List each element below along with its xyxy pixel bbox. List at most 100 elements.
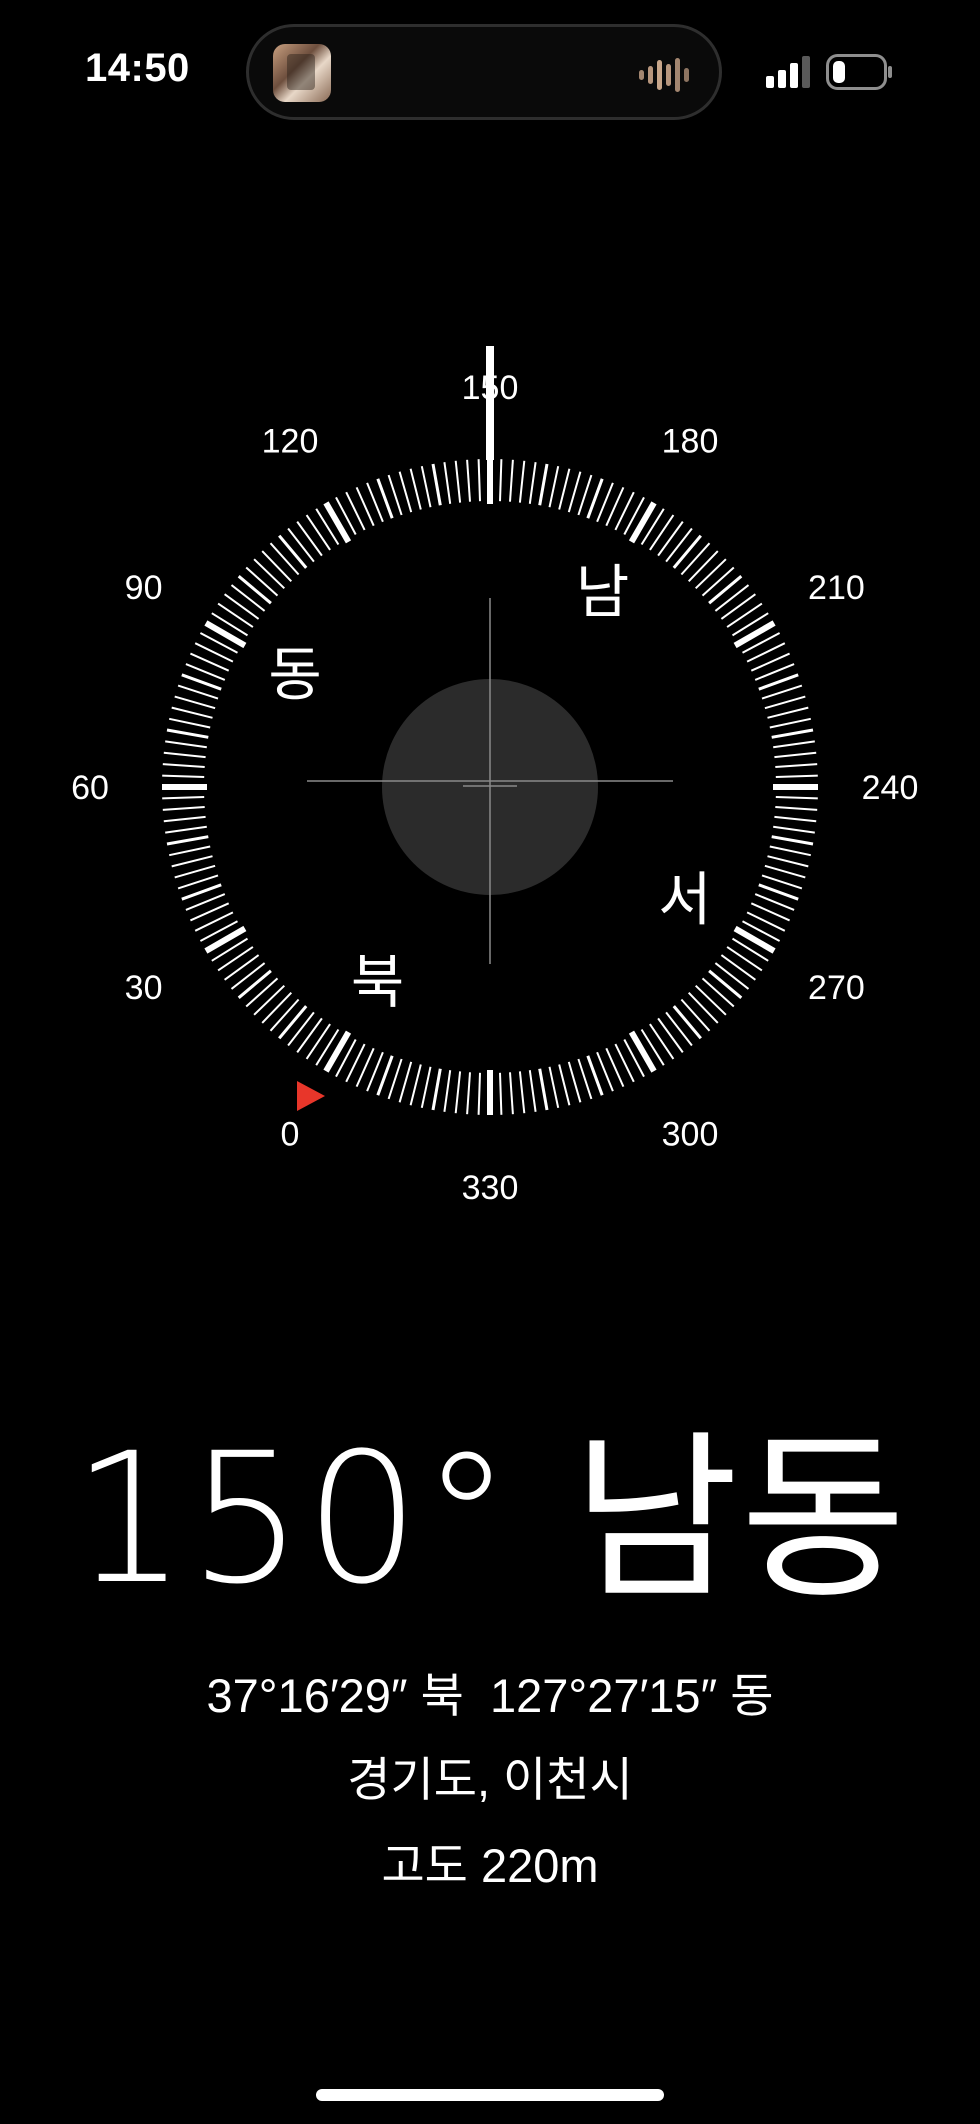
minor-tick (387, 1058, 403, 1100)
altitude: 고도 220m (381, 1839, 599, 1892)
minor-tick (177, 874, 219, 890)
minor-tick (230, 962, 266, 990)
cardinal-label-west: 서 (658, 866, 711, 934)
minor-tick (305, 514, 331, 551)
minor-tick (518, 460, 526, 503)
degree-label: 330 (462, 1169, 519, 1207)
minor-tick (174, 695, 216, 710)
minor-tick (217, 602, 254, 628)
minor-tick (278, 1005, 308, 1040)
minor-tick (649, 1023, 675, 1060)
minor-tick (672, 1005, 702, 1040)
minor-tick (237, 575, 272, 605)
minor-tick (771, 728, 814, 739)
minor-tick (287, 527, 315, 563)
major-tick (733, 620, 776, 649)
heading-readout: 150° 남동 (72, 1415, 908, 1624)
degree-label: 240 (862, 769, 919, 807)
minor-tick (701, 566, 735, 597)
minor-tick (269, 542, 300, 576)
location-name[interactable]: 경기도, 이천시 (0, 1750, 980, 1810)
degree-label: 0 (281, 1115, 300, 1153)
minor-tick (528, 462, 537, 504)
minor-tick (269, 998, 300, 1032)
minor-tick (162, 774, 205, 778)
minor-tick (174, 864, 216, 879)
degree-label: 270 (808, 969, 865, 1007)
major-tick (204, 925, 247, 954)
minor-tick (761, 684, 803, 700)
minor-tick (665, 1011, 693, 1047)
minor-tick (775, 763, 818, 768)
minor-tick (558, 1064, 571, 1106)
minor-tick (253, 558, 285, 590)
minor-tick (726, 946, 763, 972)
minor-tick (387, 474, 403, 516)
minor-tick (230, 584, 266, 612)
degree-label: 150 (462, 369, 519, 407)
home-indicator[interactable] (316, 2089, 664, 2101)
minor-tick (695, 558, 727, 590)
minor-tick (477, 1072, 481, 1115)
minor-tick (253, 984, 285, 1016)
minor-tick (261, 550, 293, 582)
minor-tick (714, 584, 750, 612)
minor-tick (466, 459, 471, 502)
minor-tick (558, 468, 571, 510)
minor-tick (775, 796, 818, 800)
minor-tick (773, 825, 815, 834)
minor-tick (773, 740, 815, 749)
minor-tick (774, 751, 817, 759)
minor-tick (177, 684, 219, 700)
minor-tick (577, 474, 593, 516)
minor-tick (224, 954, 260, 981)
minor-tick (171, 706, 213, 719)
minor-tick (771, 835, 814, 846)
minor-tick (672, 534, 702, 569)
degree-label: 120 (262, 423, 319, 461)
minor-tick (305, 1023, 331, 1060)
degree-label: 210 (808, 569, 865, 607)
compass-dial[interactable]: 0 30 60 90 120 150 180 210 240 270 300 330 북 동 남서 (0, 0, 980, 1260)
minor-tick (774, 815, 817, 823)
minor-tick (162, 806, 205, 811)
degree-label: 300 (662, 1115, 719, 1153)
minor-tick (166, 835, 209, 846)
minor-tick (443, 1070, 452, 1112)
major-tick (323, 501, 352, 544)
minor-tick (548, 465, 560, 508)
minor-tick (665, 527, 693, 563)
major-tick (628, 1030, 657, 1073)
minor-tick (548, 1066, 560, 1109)
minor-tick (528, 1070, 537, 1112)
minor-tick (518, 1071, 526, 1114)
minor-tick (454, 460, 462, 503)
minor-tick (443, 462, 452, 504)
cardinal-label-north: 북 (351, 948, 404, 1016)
minor-tick (567, 1061, 582, 1103)
minor-tick (163, 815, 206, 823)
minor-tick (499, 1072, 503, 1115)
major-tick (628, 501, 657, 544)
minor-tick (431, 463, 442, 506)
minor-tick (767, 706, 809, 719)
minor-tick (409, 468, 422, 510)
major-tick (323, 1030, 352, 1073)
minor-tick (769, 845, 812, 857)
minor-tick (245, 566, 279, 597)
minor-tick (726, 602, 763, 628)
minor-tick (775, 774, 818, 778)
minor-tick (720, 954, 756, 981)
coordinates[interactable]: 37°16′29″ 북 127°27′15″ 동 (0, 1666, 980, 1726)
north-marker-icon (297, 1081, 325, 1111)
minor-tick (767, 855, 809, 868)
minor-tick (714, 962, 750, 990)
minor-tick (701, 977, 735, 1008)
minor-tick (296, 1017, 323, 1053)
minor-tick (577, 1058, 593, 1100)
minor-tick (245, 977, 279, 1008)
minor-tick (708, 969, 743, 999)
major-tick (204, 620, 247, 649)
minor-tick (764, 695, 806, 710)
minor-tick (649, 514, 675, 551)
